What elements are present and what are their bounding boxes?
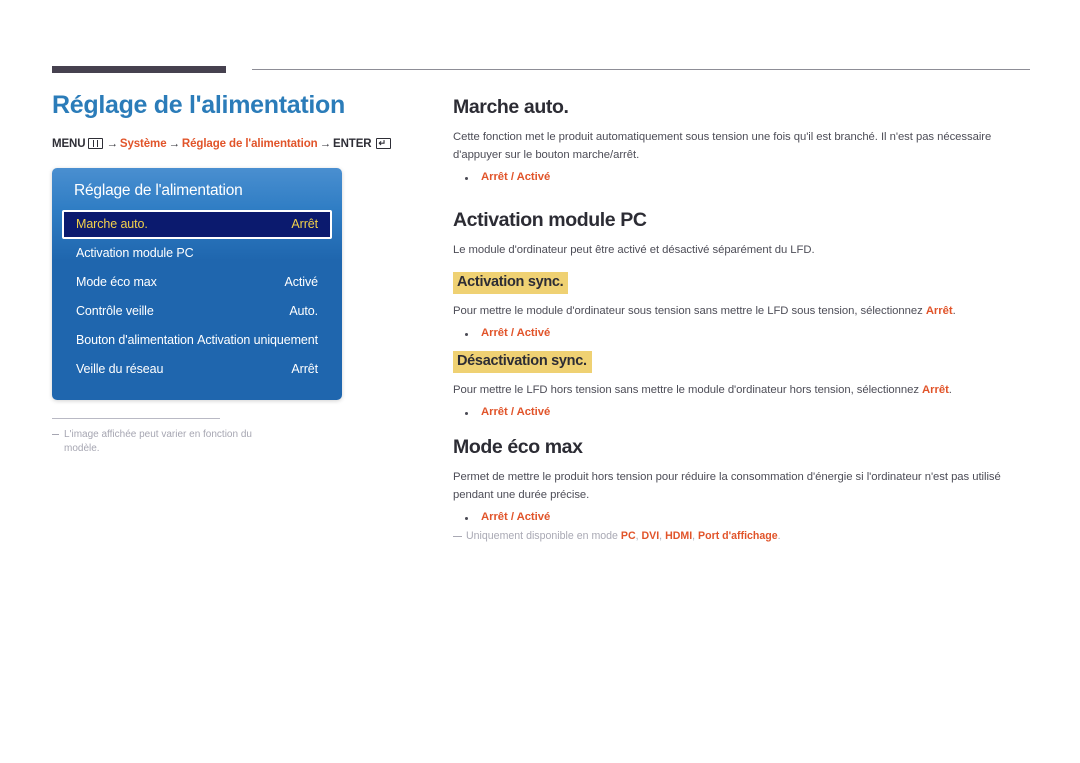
option-values: Arrêt / Activé	[481, 510, 551, 523]
subsection-paragraph: Pour mettre le LFD hors tension sans met…	[453, 382, 1030, 399]
osd-row-label: Mode éco max	[76, 275, 157, 289]
breadcrumb-menu-label: MENU	[52, 137, 86, 150]
option-values: Arrêt / Activé	[481, 170, 551, 183]
breadcrumb-step-reglage-alimentation[interactable]: Réglage de l'alimentation	[182, 138, 318, 150]
osd-row-value: Auto.	[289, 304, 318, 318]
osd-row-list: Marche auto. Arrêt Activation module PC …	[52, 209, 342, 384]
header-rule-thin	[252, 69, 1030, 70]
bullet-dot-icon	[465, 176, 468, 180]
osd-row-value: Arrêt	[291, 362, 318, 376]
left-footnote-text: L'image affichée peut varier en fonction…	[64, 429, 252, 454]
breadcrumb-step-systeme[interactable]: Système	[120, 138, 167, 150]
subsection-desactivation-sync: Désactivation sync. Pour mettre le LFD h…	[453, 345, 1030, 418]
footnote-mode-dvi: DVI	[641, 529, 660, 542]
section-mode-eco-max: Mode éco max Permet de mettre le produit…	[453, 436, 1030, 544]
breadcrumb-enter-label: ENTER	[333, 137, 372, 150]
left-column: Réglage de l'alimentation MENU → Système → R…	[52, 91, 412, 456]
section-heading: Mode éco max	[453, 435, 583, 458]
footnote-text-before: Uniquement disponible en mode	[466, 529, 621, 542]
osd-row-label: Veille du réseau	[76, 362, 164, 376]
option-values: Arrêt / Activé	[481, 405, 551, 418]
section-footnote: Uniquement disponible en mode PC, DVI, H…	[453, 529, 1030, 544]
osd-row-marche-auto[interactable]: Marche auto. Arrêt	[62, 209, 332, 239]
subsection-heading-highlight: Désactivation sync.	[453, 351, 592, 373]
page-title: Réglage de l'alimentation	[52, 91, 345, 119]
left-footnote-block: L'image affichée peut varier en fonction…	[52, 417, 287, 456]
footnote-text: Uniquement disponible en mode PC, DVI, H…	[466, 529, 781, 544]
bullet-dot-icon	[465, 411, 468, 415]
osd-row-value: Activé	[284, 275, 319, 289]
section-paragraph: Permet de mettre le produit hors tension…	[453, 471, 1001, 501]
section-activation-module-pc: Activation module PC Le module d'ordinat…	[453, 209, 1030, 418]
dash-marker-icon	[52, 434, 59, 436]
osd-panel-title: Réglage de l'alimentation	[74, 181, 243, 199]
osd-row-controle-veille[interactable]: Contrôle veille Auto.	[62, 297, 332, 326]
section-marche-auto: Marche auto. Cette fonction met le produ…	[453, 96, 1030, 183]
paragraph-text-before: Pour mettre le LFD hors tension sans met…	[453, 383, 923, 396]
section-heading: Activation module PC	[453, 208, 647, 231]
osd-menu-panel: Réglage de l'alimentation Marche auto. A…	[52, 167, 342, 400]
option-values: Arrêt / Activé	[481, 327, 551, 340]
paragraph-accent-term: Arrêt	[922, 383, 949, 396]
paragraph-text-after: .	[952, 304, 956, 317]
footnote-mode-hdmi: HDMI	[665, 529, 693, 542]
osd-row-bouton-alimentation[interactable]: Bouton d'alimentation Activation uniquem…	[62, 326, 332, 355]
osd-row-activation-module-pc[interactable]: Activation module PC	[62, 239, 332, 268]
subsection-activation-sync: Activation sync. Pour mettre le module d…	[453, 266, 1030, 339]
bullet-dot-icon	[465, 516, 468, 520]
osd-row-label: Activation module PC	[76, 246, 194, 260]
header-rule-thick	[52, 66, 226, 73]
section-paragraph: Cette fonction met le produit automatiqu…	[453, 131, 992, 161]
osd-row-value: Activation uniquement	[197, 333, 318, 347]
right-column: Marche auto. Cette fonction met le produ…	[453, 96, 1030, 570]
osd-row-label: Contrôle veille	[76, 304, 154, 318]
osd-row-label: Bouton d'alimentation	[76, 333, 194, 347]
paragraph-accent-term: Arrêt	[925, 304, 953, 317]
dash-marker-icon	[453, 535, 462, 538]
breadcrumb-arrow-2: →	[168, 137, 180, 150]
left-footnote: L'image affichée peut varier en fonction…	[52, 428, 287, 455]
option-bullet-row: Arrêt / Activé	[465, 406, 1030, 418]
footnote-divider	[52, 417, 220, 420]
footnote-text-after: .	[777, 529, 781, 542]
option-bullet-row: Arrêt / Activé	[465, 171, 1030, 183]
subsection-paragraph: Pour mettre le module d'ordinateur sous …	[453, 303, 1030, 320]
paragraph-text-before: Pour mettre le module d'ordinateur sous …	[453, 304, 926, 317]
footnote-mode-port-affichage: Port d'affichage	[698, 529, 778, 542]
paragraph-text-after: .	[948, 383, 952, 396]
footnote-mode-pc: PC	[620, 529, 636, 542]
osd-row-mode-eco-max[interactable]: Mode éco max Activé	[62, 268, 332, 297]
option-bullet-row: Arrêt / Activé	[465, 327, 1030, 339]
breadcrumb-arrow-1: →	[106, 137, 118, 150]
section-heading: Marche auto.	[453, 96, 569, 118]
osd-row-label: Marche auto.	[76, 217, 148, 231]
option-bullet-row: Arrêt / Activé	[465, 511, 1030, 523]
breadcrumb-arrow-3: →	[319, 137, 332, 150]
section-paragraph: Le module d'ordinateur peut être activé …	[453, 244, 815, 257]
osd-row-value: Arrêt	[291, 217, 318, 231]
subsection-heading-highlight: Activation sync.	[453, 272, 569, 294]
menu-bars-icon	[88, 137, 104, 149]
breadcrumb: MENU → Système → Réglage de l'alimentation → E…	[52, 137, 412, 150]
osd-row-veille-du-reseau[interactable]: Veille du réseau Arrêt	[62, 355, 332, 384]
bullet-dot-icon	[465, 333, 468, 337]
enter-key-icon: ↵	[375, 137, 391, 149]
